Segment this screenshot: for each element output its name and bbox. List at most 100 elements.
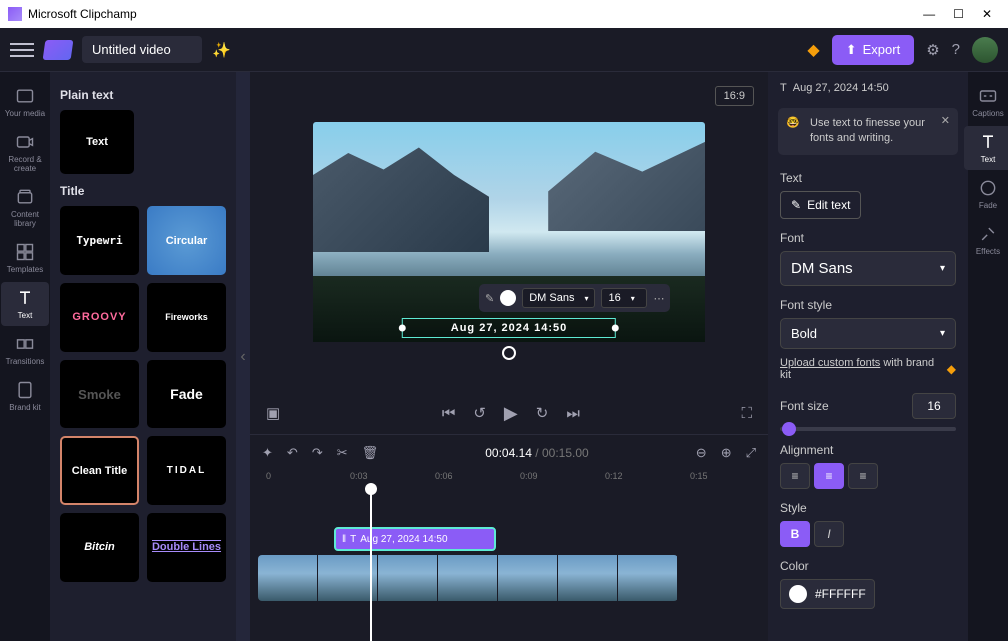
more-options-icon[interactable]: ⋯: [653, 292, 664, 305]
nav-templates[interactable]: Templates: [1, 236, 49, 280]
text-style-groovy[interactable]: GROOVY: [60, 283, 139, 352]
font-size-label: Font size: [780, 399, 829, 413]
close-button[interactable]: ✕: [982, 7, 992, 21]
tip-callout: 🤓 Use text to finesse your fonts and wri…: [778, 108, 958, 155]
nav-brand-kit[interactable]: Brand kit: [1, 374, 49, 418]
play-button[interactable]: ▶: [504, 403, 518, 424]
nav-transitions[interactable]: Transitions: [1, 328, 49, 372]
nav-record-create[interactable]: Record & create: [1, 126, 49, 179]
text-effects-panel: Plain text Text Title Typewri Circular G…: [50, 72, 236, 641]
text-style-smoke[interactable]: Smoke: [60, 360, 139, 429]
rotate-handle[interactable]: [502, 346, 516, 360]
help-icon[interactable]: ?: [952, 41, 960, 58]
style-label: Style: [780, 501, 956, 515]
undo-icon[interactable]: ↶: [287, 445, 298, 461]
user-avatar[interactable]: [972, 37, 998, 63]
fullscreen-icon[interactable]: ⛶: [741, 405, 752, 422]
timeline: ✦ ↶ ↷ ✂ 🗑 00:04.14 / 00:15.00 ⊖ ⊕ ⤢ 0 0:…: [250, 434, 768, 641]
playhead[interactable]: [370, 489, 372, 641]
floating-text-toolbar: ✎ DM Sans▾ 16▾ ⋯: [479, 284, 670, 312]
video-preview[interactable]: Aug 27, 2024 14:50 ✎ DM Sans▾ 16▾ ⋯: [313, 122, 705, 342]
nav-content-library[interactable]: Content library: [1, 181, 49, 234]
section-title: Title: [60, 184, 226, 198]
upload-fonts-link[interactable]: Upload custom fonts with brand kit: [780, 357, 947, 381]
selected-text-header: Aug 27, 2024 14:50: [793, 82, 889, 94]
text-style-clean-title[interactable]: Clean Title: [60, 436, 139, 505]
settings-icon[interactable]: ⚙: [926, 41, 939, 59]
clip-handle-icon: ‖: [342, 534, 346, 545]
nav-effects[interactable]: Effects: [964, 218, 1008, 262]
skip-start-icon[interactable]: ⏮: [442, 405, 456, 422]
font-dropdown-mini[interactable]: DM Sans▾: [522, 288, 595, 308]
fit-icon[interactable]: ⤢: [746, 445, 756, 461]
align-center-button[interactable]: ≡: [814, 463, 844, 489]
font-select[interactable]: DM Sans ▾: [780, 251, 956, 286]
upload-icon: ⬆: [846, 42, 857, 58]
alignment-label: Alignment: [780, 443, 956, 457]
project-title-input[interactable]: [82, 36, 202, 63]
zoom-out-icon[interactable]: ⊖: [696, 445, 707, 461]
text-style-plain[interactable]: Text: [60, 110, 134, 174]
text-clip-label: Aug 27, 2024 14:50: [360, 534, 447, 545]
text-style-double-lines[interactable]: Double Lines: [147, 513, 226, 582]
forward-icon[interactable]: ↻: [536, 404, 549, 422]
italic-button[interactable]: I: [814, 521, 844, 547]
aspect-ratio-badge[interactable]: 16:9: [715, 86, 754, 106]
nav-your-media[interactable]: Your media: [1, 80, 49, 124]
auto-icon[interactable]: ✦: [262, 445, 273, 461]
magic-wand-icon[interactable]: ✨: [212, 41, 231, 59]
trash-icon[interactable]: 🗑: [362, 445, 379, 461]
nav-text-props[interactable]: Text: [964, 126, 1008, 170]
text-style-typewriter[interactable]: Typewri: [60, 206, 139, 275]
align-right-button[interactable]: ≡: [848, 463, 878, 489]
video-clip[interactable]: [258, 555, 678, 601]
nav-captions[interactable]: Captions: [964, 80, 1008, 124]
bold-button[interactable]: B: [780, 521, 810, 547]
redo-icon[interactable]: ↷: [312, 445, 323, 461]
edit-text-button[interactable]: ✎ Edit text: [780, 191, 861, 219]
font-style-select[interactable]: Bold ▾: [780, 318, 956, 349]
timecode-display: 00:04.14 / 00:15.00: [485, 446, 588, 460]
text-style-fireworks[interactable]: Fireworks: [147, 283, 226, 352]
left-navigation: Your media Record & create Content libra…: [0, 72, 50, 641]
edit-icon[interactable]: ✎: [485, 292, 494, 305]
text-section-label: Text: [780, 171, 956, 185]
color-swatch: [789, 585, 807, 603]
nav-text[interactable]: Text: [1, 282, 49, 326]
skip-end-icon[interactable]: ⏭: [566, 405, 580, 422]
panel-resize-handle[interactable]: ‹: [236, 72, 250, 641]
premium-icon[interactable]: ◆: [807, 40, 819, 60]
timeline-tracks[interactable]: ‖ T Aug 27, 2024 14:50: [250, 489, 768, 641]
maximize-button[interactable]: ☐: [953, 7, 964, 21]
color-value: #FFFFFF: [815, 587, 866, 601]
align-left-button[interactable]: ≡: [780, 463, 810, 489]
right-navigation: Captions Text Fade Effects: [968, 72, 1008, 641]
split-icon[interactable]: ✂: [337, 445, 348, 461]
nav-fade[interactable]: Fade: [964, 172, 1008, 216]
rewind-icon[interactable]: ↺: [473, 404, 486, 422]
section-plain-text: Plain text: [60, 88, 226, 102]
font-size-slider[interactable]: [780, 427, 956, 431]
text-clip-icon: T: [350, 534, 356, 545]
text-style-tidal[interactable]: TIDAL: [147, 436, 226, 505]
minimize-button[interactable]: —: [923, 7, 935, 21]
text-style-bitcin[interactable]: Bitcin: [60, 513, 139, 582]
export-button[interactable]: ⬆ Export: [832, 35, 914, 65]
text-overlay[interactable]: Aug 27, 2024 14:50: [402, 318, 616, 338]
color-picker[interactable]: #FFFFFF: [780, 579, 875, 609]
font-size-input[interactable]: [912, 393, 956, 419]
menu-button[interactable]: [10, 38, 34, 62]
preview-area: 16:9 Aug 27, 2024 14:50 ✎ DM Sans▾ 16▾ ⋯: [250, 72, 768, 392]
timeline-ruler[interactable]: 0 0:03 0:06 0:09 0:12 0:15: [250, 471, 768, 489]
text-color-swatch[interactable]: [500, 290, 516, 306]
font-size-dropdown-mini[interactable]: 16▾: [601, 288, 647, 308]
safe-zones-icon[interactable]: ▣: [266, 404, 280, 422]
zoom-in-icon[interactable]: ⊕: [721, 445, 732, 461]
text-style-circular[interactable]: Circular: [147, 206, 226, 275]
premium-icon: ◆: [947, 362, 956, 376]
app-logo-icon: [8, 7, 22, 21]
text-style-fade[interactable]: Fade: [147, 360, 226, 429]
chevron-down-icon: ▾: [940, 328, 945, 339]
text-clip[interactable]: ‖ T Aug 27, 2024 14:50: [334, 527, 496, 551]
tip-close-button[interactable]: ✕: [941, 114, 950, 129]
